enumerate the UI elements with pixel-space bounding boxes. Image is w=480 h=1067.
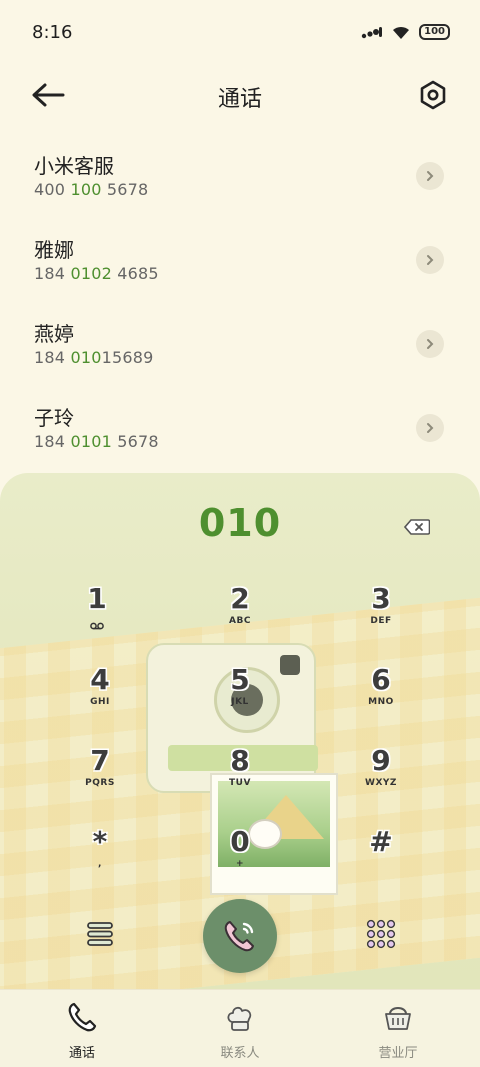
page-title: 通话: [217, 87, 262, 112]
dialer-panel: 010 1 2 ABC 3 DEF 4 GHI 5 JKL 6 MNO 7 PQRS 8 TU…: [0, 473, 480, 989]
header: 通话: [0, 70, 480, 120]
dialer-actions: [0, 891, 480, 981]
wifi-icon: [393, 26, 410, 39]
status-time: 8:16: [32, 22, 73, 43]
signal-icon: [361, 27, 383, 39]
chef-hat-icon: [227, 1006, 252, 1031]
chevron-right-icon[interactable]: [416, 246, 444, 274]
contact-name: 雅娜: [34, 238, 74, 262]
contact-list: 小米客服 400 100 5678 雅娜 184 0102 4685 燕婷 18…: [0, 138, 480, 474]
tab-contacts[interactable]: 联系人: [185, 1000, 295, 1061]
key-star[interactable]: *,: [55, 826, 145, 896]
battery-indicator: 100: [419, 24, 450, 40]
contact-number: 184 0101 5678: [34, 432, 159, 451]
key-7[interactable]: 7 PQRS: [55, 745, 145, 815]
key-2[interactable]: 2 ABC: [195, 583, 285, 653]
list-item[interactable]: 子玲 184 0101 5678: [0, 390, 480, 474]
contact-number: 184 01015689: [34, 348, 154, 367]
list-item[interactable]: 雅娜 184 0102 4685: [0, 222, 480, 306]
list-item[interactable]: 燕婷 184 01015689: [0, 306, 480, 390]
tab-calls[interactable]: 通话: [27, 1000, 137, 1061]
chevron-right-icon[interactable]: [416, 162, 444, 190]
bottom-navigation: 通话 联系人 营业厅: [0, 989, 480, 1067]
contact-name: 燕婷: [34, 322, 74, 346]
list-item[interactable]: 小米客服 400 100 5678: [0, 138, 480, 222]
chevron-right-icon[interactable]: [416, 414, 444, 442]
key-8[interactable]: 8 TUV: [195, 745, 285, 815]
basket-icon: [385, 1007, 411, 1030]
status-bar: 8:16 100: [0, 0, 480, 68]
call-button[interactable]: [203, 899, 277, 973]
keypad-grid-icon[interactable]: [366, 919, 396, 949]
contact-number: 400 100 5678: [34, 180, 149, 199]
key-hash[interactable]: #: [336, 826, 426, 896]
backspace-icon[interactable]: [404, 519, 430, 535]
contact-number: 184 0102 4685: [34, 264, 159, 283]
tab-service-hall[interactable]: 营业厅: [343, 1000, 453, 1061]
key-3[interactable]: 3 DEF: [336, 583, 426, 653]
chevron-right-icon[interactable]: [416, 330, 444, 358]
tab-label: 通话: [68, 1046, 95, 1061]
key-9[interactable]: 9 WXYZ: [336, 745, 426, 815]
voicemail-icon: [90, 622, 104, 630]
key-0[interactable]: 0 +: [195, 826, 285, 896]
system-icons: 100: [361, 24, 450, 40]
settings-icon[interactable]: [416, 78, 450, 112]
menu-icon[interactable]: [86, 921, 114, 947]
phone-icon: [68, 1002, 97, 1032]
key-6[interactable]: 6 MNO: [336, 664, 426, 734]
contact-name: 子玲: [34, 406, 74, 430]
phone-call-icon: [224, 921, 254, 952]
key-5[interactable]: 5 JKL: [195, 664, 285, 734]
contact-name: 小米客服: [34, 154, 114, 178]
tab-label: 营业厅: [378, 1046, 418, 1061]
key-4[interactable]: 4 GHI: [55, 664, 145, 734]
tab-label: 联系人: [220, 1046, 260, 1061]
key-1[interactable]: 1: [52, 583, 142, 653]
